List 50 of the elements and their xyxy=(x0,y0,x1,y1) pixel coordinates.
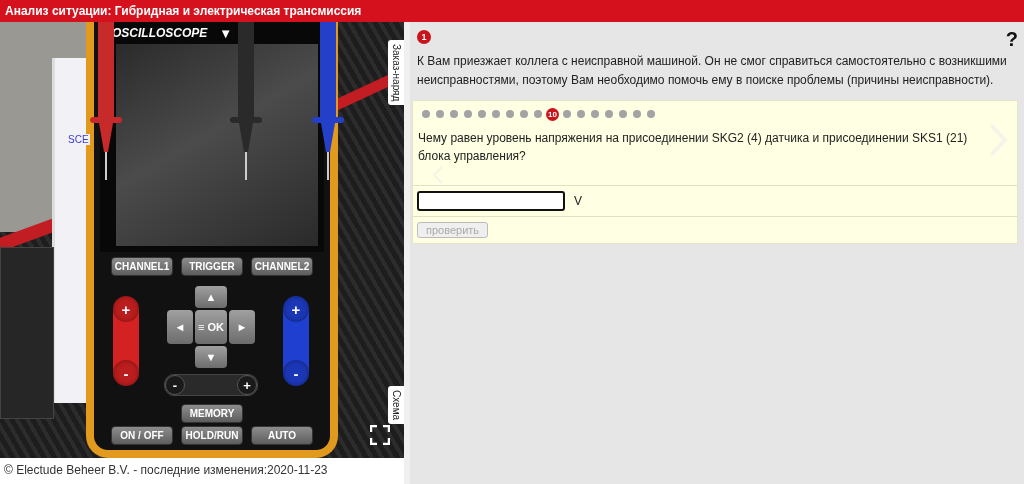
channel-button[interactable]: CHANNEL2 xyxy=(251,257,313,276)
step-dot[interactable] xyxy=(591,110,599,118)
step-dot[interactable] xyxy=(492,110,500,118)
step-dot[interactable] xyxy=(520,110,528,118)
plus-button[interactable]: + xyxy=(113,296,139,322)
step-dot[interactable] xyxy=(422,110,430,118)
mode-label: OSCILLOSCOPE xyxy=(112,26,208,40)
step-dot[interactable] xyxy=(605,110,613,118)
window-title: Анализ ситуации: Гибридная и электрическая трансмиссия xyxy=(5,4,362,18)
minus-button[interactable]: - xyxy=(283,360,309,386)
unit-label: V xyxy=(574,194,582,208)
ok-button[interactable]: ≡ OK xyxy=(195,310,227,344)
step-dot[interactable] xyxy=(619,110,627,118)
channel-button[interactable]: CHANNEL1 xyxy=(111,257,173,276)
step-dot[interactable] xyxy=(577,110,585,118)
step-dot[interactable] xyxy=(633,110,641,118)
control-button[interactable]: AUTO xyxy=(251,426,313,445)
side-tab[interactable]: Заказ-наряд xyxy=(388,40,404,106)
arrow-button[interactable]: ▼ xyxy=(195,346,227,368)
step-number-badge: 1 xyxy=(417,30,431,44)
arrow-button[interactable]: ▲ xyxy=(195,286,227,308)
channel-button[interactable]: TRIGGER xyxy=(181,257,243,276)
side-tab[interactable]: Схема xyxy=(388,386,404,425)
step-dot[interactable] xyxy=(563,110,571,118)
step-dot[interactable] xyxy=(464,110,472,118)
question-text: Чему равен уровень напряжения на присоединении SKG2 (4) датчика и присоединении SKS1 (21) блока управления? xyxy=(418,130,969,165)
arrow-button[interactable]: ► xyxy=(229,310,255,344)
footer-text: © Electude Beheer B.V. - последние изменения:2020-11-23 xyxy=(3,462,329,477)
minus-button[interactable]: - xyxy=(165,375,185,395)
help-button[interactable]: ? xyxy=(1005,30,1018,48)
fullscreen-icon[interactable] xyxy=(370,425,390,445)
step-dot[interactable] xyxy=(450,110,458,118)
step-dot[interactable]: 10 xyxy=(546,107,559,121)
minus-button[interactable]: - xyxy=(113,360,139,386)
plus-button[interactable]: + xyxy=(283,296,309,322)
step-dot[interactable] xyxy=(506,110,514,118)
probe-drawing[interactable] xyxy=(312,22,344,182)
intro-text: К Вам приезжает коллега с неисправной машиной. Он не смог справиться самостоятельно с возникшими неисправностями, поэтому Вам необходимо помочь ему в поиске проблемы (причины неисправности). xyxy=(417,53,1007,89)
control-button[interactable]: HOLD/RUN xyxy=(181,426,243,445)
step-dot[interactable] xyxy=(647,110,655,118)
panel-label: SCE xyxy=(67,134,90,145)
step-dot[interactable] xyxy=(534,110,542,118)
mode-dropdown[interactable]: ▼ xyxy=(219,25,233,41)
arrow-button[interactable]: ◄ xyxy=(167,310,193,344)
step-dot[interactable] xyxy=(436,110,444,118)
step-dot[interactable] xyxy=(478,110,486,118)
memory-button[interactable]: MEMORY xyxy=(181,404,243,423)
control-button[interactable]: ON / OFF xyxy=(111,426,173,445)
answer-field[interactable] xyxy=(417,191,565,211)
plus-button[interactable]: + xyxy=(237,375,257,395)
